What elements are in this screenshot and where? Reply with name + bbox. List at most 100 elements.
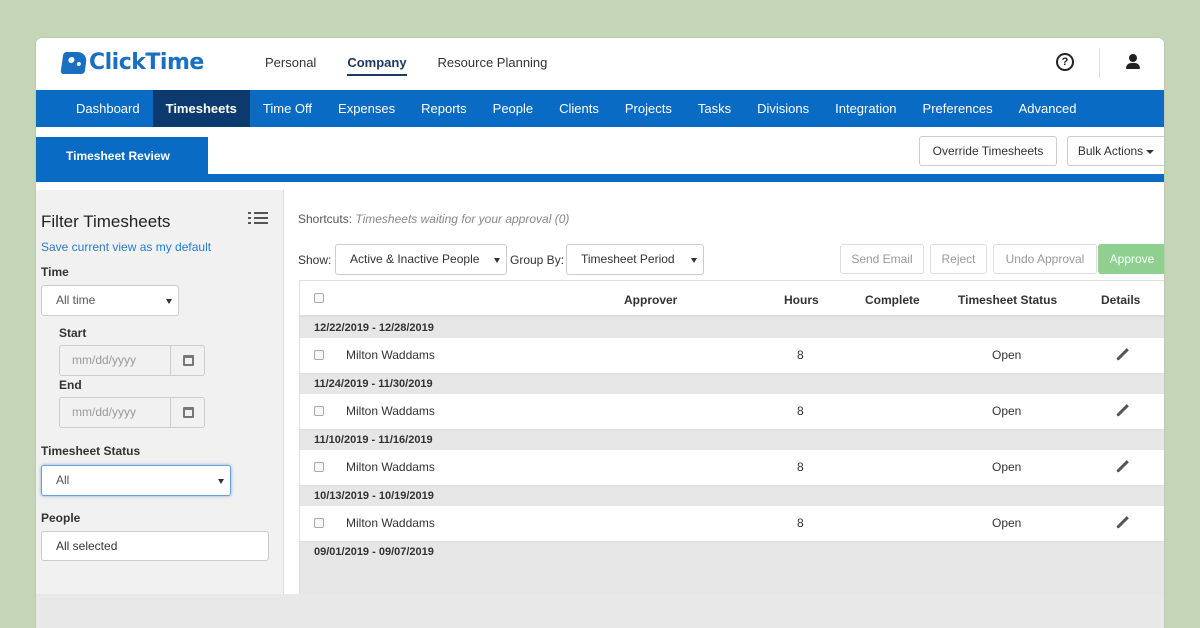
undo-approval-button[interactable]: Undo Approval (993, 244, 1097, 274)
nav-time-off[interactable]: Time Off (250, 90, 325, 127)
topnav-company-label: Company (347, 55, 407, 76)
calendar-icon[interactable] (170, 345, 205, 376)
divider (1099, 48, 1100, 78)
person-name: Milton Waddams (346, 404, 435, 418)
person-name: Milton Waddams (346, 460, 435, 474)
edit-pencil-icon[interactable] (1115, 348, 1129, 362)
shortcut-awaiting-approval-link[interactable]: Timesheets waiting for your approval (0) (355, 212, 569, 226)
col-hours[interactable]: Hours (784, 293, 819, 307)
edit-pencil-icon[interactable] (1115, 404, 1129, 418)
col-approver[interactable]: Approver (624, 293, 677, 307)
nav-preferences[interactable]: Preferences (910, 90, 1006, 127)
topnav-resource-planning[interactable]: Resource Planning (438, 38, 548, 90)
status-value: Open (992, 348, 1022, 362)
time-select[interactable]: All time (41, 285, 179, 316)
group-row: 12/22/2019 - 12/28/2019 (300, 318, 1164, 338)
help-icon[interactable]: ? (1056, 53, 1074, 71)
start-date-input[interactable]: mm/dd/yyyy (59, 345, 171, 376)
save-default-link[interactable]: Save current view as my default (41, 240, 211, 254)
nav-dashboard[interactable]: Dashboard (63, 90, 153, 127)
time-select-value: All time (56, 293, 96, 307)
group-by-select-value: Timesheet Period (581, 252, 675, 266)
nav-integration[interactable]: Integration (822, 90, 909, 127)
row-checkbox[interactable] (314, 350, 324, 360)
start-date-field: mm/dd/yyyy (59, 345, 205, 376)
chevron-down-icon (494, 257, 500, 263)
table-row[interactable]: Milton Waddams 8 Open (300, 506, 1164, 542)
reject-button[interactable]: Reject (930, 244, 987, 274)
end-date-field: mm/dd/yyyy (59, 397, 205, 428)
main-nav: Dashboard Timesheets Time Off Expenses R… (36, 90, 1164, 127)
table-row[interactable]: Milton Waddams 8 Open (300, 394, 1164, 430)
chevron-down-icon (218, 478, 224, 484)
select-all-checkbox[interactable] (314, 293, 324, 303)
clicktime-logo[interactable]: ClickTime (60, 50, 204, 75)
people-select[interactable]: All selected (41, 531, 269, 561)
end-date-input[interactable]: mm/dd/yyyy (59, 397, 171, 428)
logo-icon (60, 51, 88, 74)
app-window: ClickTime Personal Company Resource Plan… (36, 38, 1164, 628)
topnav-personal[interactable]: Personal (265, 38, 316, 90)
bulk-actions-button[interactable]: Bulk Actions (1067, 136, 1164, 166)
person-name: Milton Waddams (346, 516, 435, 530)
edit-pencil-icon[interactable] (1115, 460, 1129, 474)
chevron-down-icon (691, 257, 697, 263)
approve-button[interactable]: Approve (1098, 244, 1164, 274)
group-row: 11/10/2019 - 11/16/2019 (300, 430, 1164, 450)
hours-value: 8 (797, 404, 804, 418)
nav-reports[interactable]: Reports (408, 90, 480, 127)
people-label: People (41, 511, 81, 525)
edit-pencil-icon[interactable] (1115, 516, 1129, 530)
nav-people[interactable]: People (480, 90, 546, 127)
top-nav: Personal Company Resource Planning (265, 38, 578, 90)
people-select-value: All selected (56, 539, 118, 553)
collapse-list-icon[interactable] (248, 212, 268, 226)
row-checkbox[interactable] (314, 462, 324, 472)
group-by-label: Group By: (510, 253, 565, 267)
group-row: 10/13/2019 - 10/19/2019 (300, 486, 1164, 506)
table-row[interactable]: Milton Waddams 8 Open (300, 338, 1164, 374)
nav-tasks[interactable]: Tasks (685, 90, 744, 127)
bulk-actions-label: Bulk Actions (1077, 144, 1144, 158)
filter-sidebar: Filter Timesheets Save current view as m… (36, 190, 284, 628)
col-complete[interactable]: Complete (865, 293, 920, 307)
chevron-down-icon (166, 298, 172, 304)
status-value: Open (992, 460, 1022, 474)
nav-advanced[interactable]: Advanced (1006, 90, 1090, 127)
hours-value: 8 (797, 516, 804, 530)
lower-panel (36, 594, 1164, 628)
nav-clients[interactable]: Clients (546, 90, 612, 127)
show-select[interactable]: Active & Inactive People (335, 244, 507, 275)
nav-timesheets[interactable]: Timesheets (152, 90, 250, 127)
row-checkbox[interactable] (314, 518, 324, 528)
end-label: End (59, 378, 82, 392)
send-email-button[interactable]: Send Email (840, 244, 924, 274)
timesheet-table: Approver Hours Complete Timesheet Status… (299, 280, 1164, 628)
group-row: 09/01/2019 - 09/07/2019 (300, 542, 1164, 562)
status-value: Open (992, 404, 1022, 418)
shortcuts: Shortcuts: Timesheets waiting for your a… (298, 212, 569, 226)
status-select-value: All (56, 473, 70, 487)
topnav-company[interactable]: Company (347, 38, 407, 90)
table-row[interactable]: Milton Waddams 8 Open (300, 450, 1164, 486)
timesheet-status-select[interactable]: All (41, 465, 231, 496)
row-checkbox[interactable] (314, 406, 324, 416)
status-value: Open (992, 516, 1022, 530)
shortcuts-label: Shortcuts: (298, 212, 353, 226)
tab-timesheet-review[interactable]: Timesheet Review (36, 137, 208, 182)
show-select-value: Active & Inactive People (350, 252, 480, 266)
user-icon[interactable] (1125, 54, 1141, 70)
top-bar: ClickTime Personal Company Resource Plan… (36, 38, 1164, 90)
start-label: Start (59, 326, 87, 340)
hours-value: 8 (797, 348, 804, 362)
timesheet-status-label: Timesheet Status (41, 444, 141, 458)
group-by-select[interactable]: Timesheet Period (566, 244, 704, 275)
nav-divisions[interactable]: Divisions (744, 90, 822, 127)
nav-expenses[interactable]: Expenses (325, 90, 408, 127)
hours-value: 8 (797, 460, 804, 474)
nav-projects[interactable]: Projects (612, 90, 685, 127)
calendar-icon[interactable] (170, 397, 205, 428)
col-status[interactable]: Timesheet Status (958, 293, 1057, 307)
show-label: Show: (298, 253, 332, 267)
override-timesheets-button[interactable]: Override Timesheets (919, 136, 1057, 166)
